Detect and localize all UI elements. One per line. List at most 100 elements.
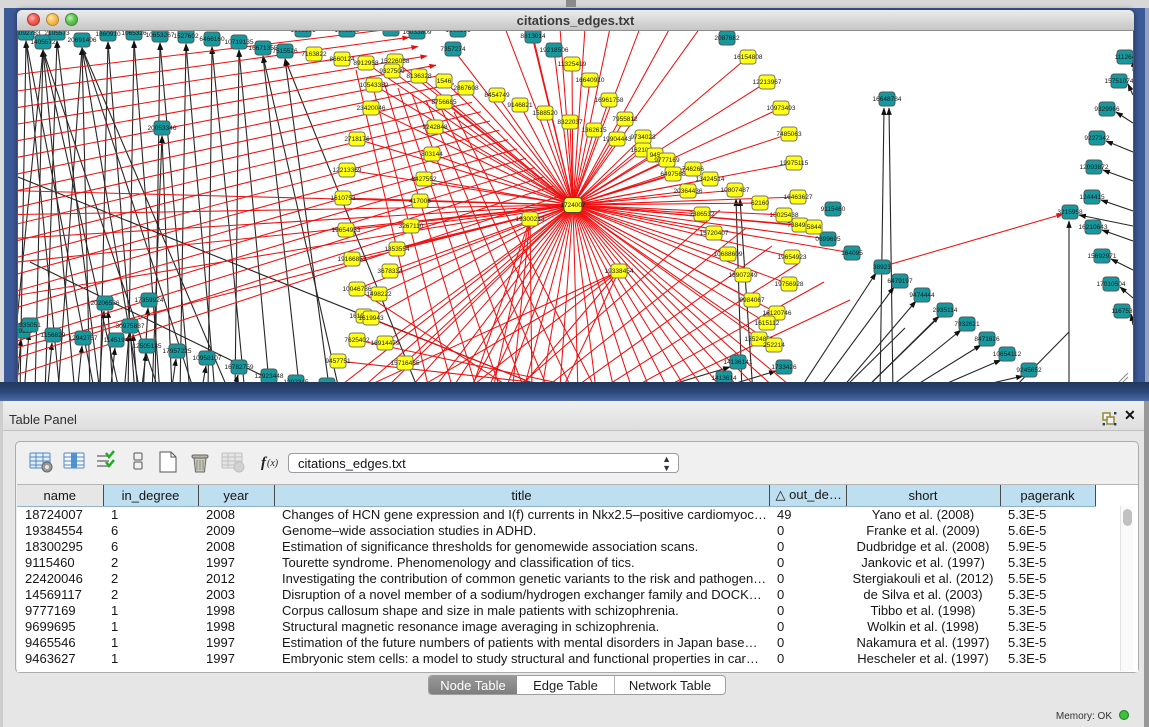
- svg-text:16640910: 16640910: [576, 77, 605, 84]
- svg-text:8912958: 8912958: [353, 60, 379, 67]
- svg-text:16210643: 16210643: [1079, 224, 1108, 231]
- svg-text:1527602: 1527602: [173, 33, 199, 40]
- svg-text:8454749: 8454749: [484, 92, 510, 99]
- svg-text:1860910: 1860910: [95, 31, 121, 38]
- svg-text:6466160: 6466160: [199, 36, 225, 43]
- svg-text:10688609: 10688609: [714, 251, 743, 258]
- svg-text:746266: 746266: [682, 166, 704, 173]
- svg-text:1619943: 1619943: [358, 315, 384, 322]
- svg-text:20053346: 20053346: [148, 125, 177, 132]
- svg-text:1498222: 1498222: [366, 291, 392, 298]
- svg-text:19218506: 19218506: [540, 47, 569, 54]
- svg-text:18907249: 18907249: [729, 272, 758, 279]
- svg-text:2087682: 2087682: [714, 35, 740, 42]
- svg-text:1413614: 1413614: [711, 375, 737, 382]
- svg-text:15716485: 15716485: [391, 360, 420, 367]
- svg-text:7163822: 7163822: [301, 51, 327, 58]
- svg-text:116753: 116753: [1111, 308, 1133, 315]
- svg-text:12505135: 12505135: [133, 343, 162, 350]
- svg-text:0699695: 0699695: [815, 236, 841, 243]
- svg-text:14136141: 14136141: [724, 359, 753, 366]
- svg-text:62160: 62160: [751, 200, 769, 207]
- svg-text:15720407: 15720407: [700, 230, 729, 237]
- svg-text:12213967: 12213967: [753, 79, 782, 86]
- svg-text:1603382: 1603382: [334, 31, 360, 34]
- svg-text:1603381: 1603381: [290, 31, 316, 34]
- svg-text:7932621: 7932621: [954, 321, 980, 328]
- svg-text:2867608: 2867608: [453, 85, 479, 92]
- svg-text:1353554: 1353554: [384, 246, 410, 253]
- svg-text:(x): (x): [267, 458, 279, 469]
- svg-text:9227342: 9227342: [1084, 135, 1110, 142]
- svg-text:1724007: 1724007: [560, 202, 586, 209]
- svg-text:9984067: 9984067: [739, 297, 765, 304]
- svg-text:10958107: 10958107: [193, 355, 222, 362]
- svg-text:164095: 164095: [841, 250, 863, 257]
- svg-text:9146821: 9146821: [507, 102, 533, 109]
- svg-text:16033809: 16033809: [377, 31, 406, 33]
- svg-text:7485063: 7485063: [776, 131, 802, 138]
- svg-text:16782759: 16782759: [225, 364, 254, 371]
- svg-text:9457751: 9457751: [325, 358, 351, 365]
- svg-text:9777169: 9777169: [654, 157, 680, 164]
- svg-text:10653267: 10653267: [146, 32, 175, 39]
- svg-text:9242848: 9242848: [422, 124, 448, 131]
- svg-text:8471626: 8471626: [974, 336, 1000, 343]
- svg-text:7357274: 7357274: [440, 46, 466, 53]
- svg-text:17359924: 17359924: [135, 297, 164, 304]
- svg-text:335051: 335051: [19, 322, 41, 329]
- svg-text:19654923: 19654923: [778, 254, 807, 261]
- svg-text:16033809: 16033809: [403, 31, 432, 36]
- svg-text:11325419: 11325419: [558, 61, 587, 68]
- svg-text:10543382: 10543382: [360, 82, 389, 89]
- svg-text:6479197: 6479197: [887, 278, 913, 285]
- svg-text:2105573: 2105573: [44, 31, 70, 37]
- svg-text:1065326: 1065326: [121, 31, 147, 37]
- svg-text:12093872: 12093872: [1080, 164, 1109, 171]
- svg-text:17957225: 17957225: [163, 348, 192, 355]
- svg-text:16463627: 16463627: [784, 194, 813, 201]
- svg-text:16154808: 16154808: [734, 54, 763, 61]
- svg-text:23420046: 23420046: [357, 105, 386, 112]
- svg-text:15751074: 15751074: [1105, 78, 1133, 85]
- svg-text:8427552: 8427552: [411, 176, 437, 183]
- svg-text:12942757: 12942757: [69, 335, 98, 342]
- svg-text:9474444: 9474444: [909, 292, 935, 299]
- svg-text:16961758: 16961758: [595, 97, 624, 104]
- svg-text:20691406: 20691406: [68, 37, 97, 44]
- svg-text:9115460: 9115460: [821, 206, 846, 213]
- svg-text:9329966: 9329966: [1094, 106, 1120, 113]
- svg-text:20206536: 20206536: [91, 300, 120, 307]
- svg-text:13424514: 13424514: [696, 176, 725, 183]
- svg-text:8756685: 8756685: [431, 99, 457, 106]
- svg-text:2935114: 2935114: [933, 307, 958, 314]
- svg-text:8136328: 8136328: [406, 73, 432, 80]
- svg-text:10973493: 10973493: [767, 105, 796, 112]
- svg-text:19654933: 19654933: [332, 227, 361, 234]
- svg-text:8813014: 8813014: [520, 33, 546, 40]
- svg-text:16914479: 16914479: [371, 340, 400, 347]
- svg-text:9327509: 9327509: [379, 68, 405, 75]
- svg-text:20364436: 20364436: [674, 188, 703, 195]
- svg-text:19166852: 19166852: [338, 256, 367, 263]
- svg-text:10654112: 10654112: [993, 351, 1022, 358]
- svg-text:7515526: 7515526: [272, 48, 298, 55]
- svg-text:19338454: 19338454: [605, 268, 634, 275]
- svg-text:2718176: 2718176: [344, 136, 370, 143]
- svg-text:1608381: 1608381: [445, 31, 471, 34]
- svg-text:19756928: 19756928: [775, 281, 804, 288]
- svg-text:8322037: 8322037: [557, 119, 583, 126]
- svg-text:3267110: 3267110: [399, 223, 424, 230]
- svg-text:1362615: 1362615: [581, 127, 607, 134]
- svg-text:7625402: 7625402: [344, 337, 370, 344]
- svg-text:30975887: 30975887: [116, 323, 145, 330]
- svg-text:1588520: 1588520: [532, 110, 558, 117]
- svg-text:16648784: 16648784: [873, 96, 902, 103]
- svg-text:7955812: 7955812: [612, 116, 638, 123]
- svg-text:17010504: 17010504: [1097, 281, 1126, 288]
- svg-text:3678334: 3678334: [377, 268, 403, 275]
- svg-text:12923448: 12923448: [255, 373, 284, 380]
- svg-text:19300213: 19300213: [516, 216, 545, 223]
- svg-text:15692971: 15692971: [1088, 253, 1117, 260]
- svg-text:1615112: 1615112: [755, 320, 780, 327]
